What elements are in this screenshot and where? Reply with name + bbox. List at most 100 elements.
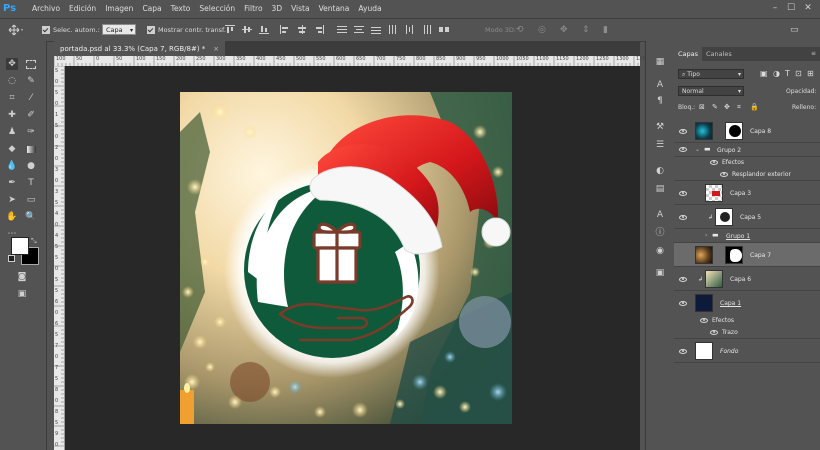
document-canvas[interactable] bbox=[180, 92, 512, 424]
zoom-tool-icon[interactable]: 🔍 bbox=[25, 211, 37, 223]
layer-name[interactable]: Capa 7 bbox=[750, 252, 771, 259]
hand-tool-icon[interactable]: ✋ bbox=[6, 211, 18, 223]
eraser-tool-icon[interactable]: ◆ bbox=[6, 143, 18, 155]
move-tool-preset[interactable] bbox=[8, 19, 24, 41]
info-panel-icon[interactable]: ⓘ bbox=[654, 227, 666, 239]
layer-row-capa-6[interactable]: ↲ Capa 6 bbox=[674, 267, 820, 291]
eyedropper-tool-icon[interactable]: ⁄ bbox=[25, 92, 37, 104]
document-tab[interactable]: portada.psd al 33.3% (Capa 7, RGB/8#) * … bbox=[54, 41, 226, 56]
effects-eye-icon[interactable] bbox=[700, 318, 708, 323]
move-tool-icon[interactable]: ✥ bbox=[6, 58, 18, 70]
pen-tool-icon[interactable]: ✒ bbox=[6, 177, 18, 189]
effects-row[interactable]: Efectos bbox=[674, 157, 820, 169]
auto-select-checkbox[interactable]: Selec. autom.: bbox=[42, 19, 100, 41]
layer-row-capa-5[interactable]: ↲ Capa 5 bbox=[674, 205, 820, 229]
libraries-panel-icon[interactable]: ▣ bbox=[654, 267, 666, 279]
menu-imagen[interactable]: Imagen bbox=[105, 4, 133, 13]
glyphs-panel-icon[interactable]: A bbox=[654, 209, 666, 221]
layer-row-fondo[interactable]: Fondo bbox=[674, 339, 820, 363]
layer-row-capa-7[interactable]: Capa 7 bbox=[674, 243, 820, 267]
align-horizontal-center-icon[interactable] bbox=[297, 25, 307, 34]
visibility-eye-icon[interactable] bbox=[679, 277, 687, 282]
slide-3d-icon[interactable]: ⇕ bbox=[582, 19, 590, 41]
history-brush-tool-icon[interactable]: ✑ bbox=[25, 126, 37, 138]
tab-canales[interactable]: Canales bbox=[702, 47, 736, 61]
effect-stroke-row[interactable]: Trazo bbox=[674, 327, 820, 339]
rectangle-tool-icon[interactable]: ▭ bbox=[25, 194, 37, 206]
blend-mode-dropdown[interactable]: Normal ▾ bbox=[678, 86, 744, 96]
visibility-eye-icon[interactable] bbox=[679, 191, 687, 196]
filter-smart-object-icon[interactable]: ⊞ bbox=[807, 69, 814, 78]
distribute-right-icon[interactable] bbox=[422, 25, 432, 34]
pan-3d-icon[interactable]: ✥ bbox=[560, 19, 568, 41]
minimize-button[interactable]: – bbox=[770, 3, 780, 13]
distribute-top-icon[interactable] bbox=[337, 25, 347, 34]
clone-stamp-tool-icon[interactable]: ♟ bbox=[6, 126, 18, 138]
effects-eye-icon[interactable] bbox=[710, 160, 718, 165]
auto-select-dropdown[interactable]: Capa ▾ bbox=[102, 24, 136, 35]
layer-name[interactable]: Capa 8 bbox=[750, 128, 771, 135]
lock-artboard-icon[interactable]: ⌗ bbox=[737, 103, 741, 112]
layer-name[interactable]: Fondo bbox=[720, 348, 738, 355]
menu-edicion[interactable]: Edición bbox=[69, 4, 96, 13]
default-colors-icon[interactable] bbox=[8, 255, 15, 262]
menu-vista[interactable]: Vista bbox=[291, 4, 310, 13]
menu-filtro[interactable]: Filtro bbox=[244, 4, 262, 13]
layer-name[interactable]: Capa 3 bbox=[730, 190, 751, 197]
tool-presets-icon[interactable]: ⚒ bbox=[654, 121, 666, 133]
menu-ventana[interactable]: Ventana bbox=[319, 4, 350, 13]
lock-all-icon[interactable]: 🔒 bbox=[750, 103, 759, 111]
tab-capas[interactable]: Capas bbox=[674, 47, 703, 61]
close-tab-icon[interactable]: × bbox=[213, 45, 219, 53]
menu-seleccion[interactable]: Selección bbox=[199, 4, 235, 13]
workspace-icon[interactable]: ▭ bbox=[790, 19, 799, 41]
dodge-tool-icon[interactable]: ● bbox=[25, 160, 37, 172]
effects-row[interactable]: Efectos bbox=[674, 315, 820, 327]
layer-name[interactable]: Capa 6 bbox=[730, 276, 751, 283]
effect-outer-glow-row[interactable]: Resplandor exterior bbox=[674, 169, 820, 181]
effect-eye-icon[interactable] bbox=[720, 172, 728, 177]
quick-selection-tool-icon[interactable]: ✎ bbox=[25, 75, 37, 87]
visibility-eye-icon[interactable] bbox=[679, 147, 687, 152]
adjustments-panel-icon[interactable]: ◐ bbox=[654, 165, 666, 177]
filter-pixel-icon[interactable]: ▣ bbox=[760, 69, 768, 78]
close-window-button[interactable]: ✕ bbox=[803, 3, 813, 13]
menu-ayuda[interactable]: Ayuda bbox=[358, 4, 381, 13]
show-transform-checkbox[interactable]: Mostrar contr. transf. bbox=[147, 19, 226, 41]
menu-archivo[interactable]: Archivo bbox=[32, 4, 60, 13]
properties-panel-icon[interactable]: ☰ bbox=[654, 139, 666, 151]
healing-brush-tool-icon[interactable]: ✚ bbox=[6, 109, 18, 121]
paragraph-panel-icon[interactable]: A bbox=[654, 79, 666, 91]
distribute-left-icon[interactable] bbox=[388, 25, 398, 34]
layer-row-capa-1[interactable]: Capa 1 bbox=[674, 291, 820, 315]
effect-eye-icon[interactable] bbox=[710, 330, 718, 335]
character-panel-icon[interactable]: ¶ bbox=[654, 95, 666, 107]
lock-pixels-icon[interactable]: ✎ bbox=[712, 103, 718, 111]
align-bottom-icon[interactable] bbox=[259, 25, 269, 34]
layer-row-capa-8[interactable]: Capa 8 bbox=[674, 119, 820, 143]
group-name[interactable]: Grupo 1 bbox=[726, 233, 750, 240]
filter-shape-icon[interactable]: ⊡ bbox=[795, 69, 802, 78]
group-name[interactable]: Grupo 2 bbox=[717, 147, 741, 154]
lock-transparent-icon[interactable]: ⊠ bbox=[699, 103, 705, 111]
gradient-tool-icon[interactable] bbox=[25, 143, 37, 155]
blur-tool-icon[interactable]: 💧 bbox=[6, 160, 18, 172]
marquee-tool-icon[interactable] bbox=[25, 58, 37, 70]
crop-tool-icon[interactable]: ⌗ bbox=[6, 92, 18, 104]
lasso-tool-icon[interactable]: ◌ bbox=[6, 75, 18, 87]
menu-texto[interactable]: Texto bbox=[171, 4, 191, 13]
brush-tool-icon[interactable]: ✐ bbox=[25, 109, 37, 121]
visibility-eye-icon[interactable] bbox=[679, 129, 687, 134]
path-selection-tool-icon[interactable]: ➤ bbox=[6, 194, 18, 206]
menu-3d[interactable]: 3D bbox=[272, 4, 283, 13]
roll-3d-icon[interactable]: ◎ bbox=[538, 19, 546, 41]
align-right-icon[interactable] bbox=[314, 25, 324, 34]
distribute-horizontal-icon[interactable] bbox=[405, 25, 415, 34]
layer-row-grupo-1[interactable]: › ▬ Grupo 1 bbox=[674, 229, 820, 243]
orbit-3d-icon[interactable]: ⟲ bbox=[516, 19, 524, 41]
layer-filter-dropdown[interactable]: ⌕ Tipo ▾ bbox=[678, 69, 744, 79]
distribute-bottom-icon[interactable] bbox=[371, 25, 381, 34]
layer-row-capa-3[interactable]: Capa 3 bbox=[674, 181, 820, 205]
align-left-icon[interactable] bbox=[280, 25, 290, 34]
menu-capa[interactable]: Capa bbox=[142, 4, 161, 13]
